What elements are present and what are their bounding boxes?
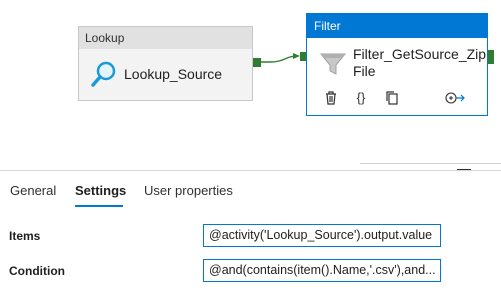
copy-icon[interactable]	[384, 90, 400, 106]
properties-tabs: General Settings User properties	[0, 171, 501, 207]
lookup-activity[interactable]: Lookup Lookup_Source	[78, 26, 253, 101]
funnel-icon	[319, 53, 347, 75]
lookup-success-output-handle[interactable]	[253, 58, 261, 67]
activity-type-label: Lookup	[79, 27, 252, 49]
active-tab-indicator	[75, 205, 123, 207]
delete-icon[interactable]	[323, 90, 339, 106]
pipeline-canvas[interactable]: Lookup Lookup_Source Filter Filter_GetSo…	[0, 0, 501, 165]
activity-type-label: Filter	[307, 14, 487, 38]
add-output-arrow-icon[interactable]	[445, 90, 465, 106]
activity-name: Filter_GetSource_ZipFile	[353, 46, 487, 79]
canvas-scrollbar[interactable]	[360, 163, 501, 164]
items-label: Items	[9, 229, 41, 243]
tab-user-properties[interactable]: User properties	[144, 183, 233, 198]
items-expression-field[interactable]: @activity('Lookup_Source').output.value	[203, 224, 441, 247]
tab-general[interactable]: General	[10, 183, 56, 198]
activity-name: Lookup_Source	[124, 66, 223, 82]
condition-label: Condition	[9, 264, 65, 278]
code-braces-icon[interactable]: {}	[353, 90, 369, 106]
filter-output-handle[interactable]	[488, 50, 494, 64]
tab-settings[interactable]: Settings	[75, 183, 126, 198]
magnifier-icon	[91, 61, 116, 87]
filter-activity[interactable]: Filter Filter_GetSource_ZipFile {}	[306, 13, 488, 116]
condition-expression-field[interactable]: @and(contains(item().Name,'.csv'),and...	[203, 259, 441, 282]
